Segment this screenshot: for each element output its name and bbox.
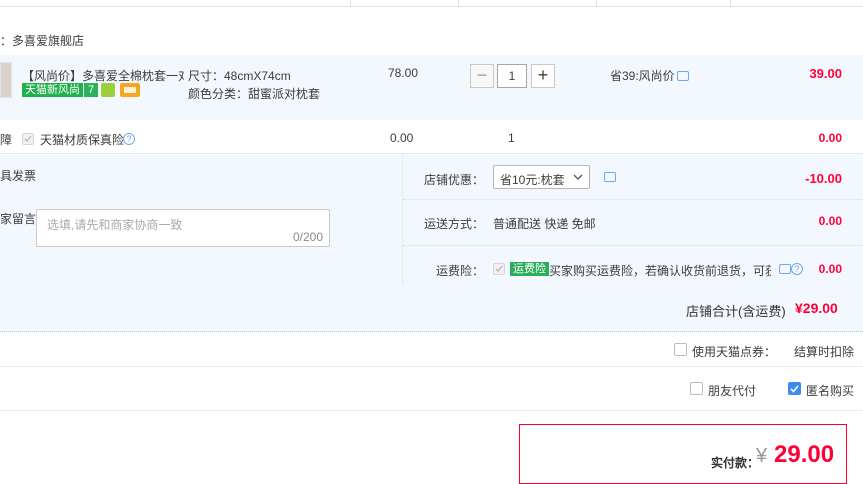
insurance-total: 0.00: [818, 131, 842, 145]
freight-insurance-checkbox[interactable]: [493, 263, 505, 275]
freight-insurance-tag: 运费险: [510, 262, 549, 276]
item-color: 颜色分类：甜蜜派对枕套: [188, 87, 321, 101]
pay-amount: 29.00: [774, 441, 835, 468]
insurance-price: 0.00: [390, 131, 414, 145]
store-row: ：多喜爱旗舰店: [0, 32, 84, 49]
pay-summary-box: 实付款： ¥ 29.00: [519, 424, 847, 484]
quantity-input[interactable]: 1: [497, 64, 527, 88]
pay-label: 实付款：: [711, 456, 760, 470]
shipping-amount: 0.00: [818, 214, 842, 228]
item-title[interactable]: 【风尚价】多喜爱全棉枕套一对...: [22, 67, 184, 84]
message-placeholder: 选填,请先和商家协商一致: [47, 218, 183, 232]
store-name[interactable]: 多喜爱旗舰店: [12, 34, 84, 48]
insurance-help-icon[interactable]: ?: [123, 133, 135, 145]
invoice-label: 具发票: [0, 169, 37, 183]
options-row-separator: [403, 199, 863, 200]
header-divider: [350, 0, 351, 6]
message-textarea[interactable]: 选填,请先和商家协商一致 0/200: [36, 209, 330, 247]
store-total-amount: ¥29.00: [795, 300, 838, 316]
item-size: 尺寸：48cmX74cm: [188, 69, 291, 83]
anonymous-checkbox[interactable]: [788, 382, 801, 395]
points-checkbox[interactable]: [674, 343, 687, 356]
promo-text: 省39:风尚价: [610, 69, 675, 83]
freight-insurance-text: 买家购买运费险，若确认收货前退货，可获...: [549, 264, 771, 278]
insurance-checkbox[interactable]: [22, 133, 34, 145]
item-subtotal: 39.00: [809, 66, 842, 81]
message-counter: 0/200: [292, 230, 323, 244]
promo-chat-icon[interactable]: [677, 71, 689, 81]
header-divider: [458, 0, 459, 6]
shop-discount-label: 店铺优惠：: [424, 173, 485, 187]
card-payment-icon: [120, 83, 140, 97]
freight-insurance-amount: 0.00: [818, 262, 842, 276]
row-separator: [0, 366, 863, 367]
table-header: [0, 0, 863, 7]
points-label: 使用天猫点券：: [692, 345, 777, 359]
store-prefix: ：: [0, 34, 13, 48]
header-divider: [596, 0, 597, 6]
quantity-decrease-button[interactable]: −: [470, 64, 494, 88]
quality-icon: [101, 83, 115, 97]
freight-insurance-label: 运费险：: [436, 264, 485, 278]
seven-day-return-icon: 7: [84, 83, 98, 97]
check-icon: [790, 385, 799, 393]
insurance-prefix: 障: [0, 133, 13, 147]
friend-pay-checkbox[interactable]: [690, 382, 703, 395]
pay-currency: ¥: [756, 445, 768, 467]
anonymous-label: 匿名购买: [806, 384, 855, 398]
options-divider: [402, 154, 404, 285]
insurance-label: 天猫材质保真险: [40, 133, 125, 147]
points-right-text: 结算时扣除: [794, 345, 855, 359]
quantity-increase-button[interactable]: +: [531, 64, 555, 88]
shipping-value: 普通配送 快递 免邮: [493, 217, 596, 231]
shipping-label: 运送方式：: [424, 217, 485, 231]
options-row-separator: [403, 245, 863, 246]
store-total-label: 店铺合计(含运费): [686, 304, 786, 319]
shop-discount-select[interactable]: 省10元:枕套: [493, 165, 590, 189]
shop-discount-amount: -10.00: [805, 171, 842, 186]
unit-price: 78.00: [388, 66, 419, 80]
header-divider: [730, 0, 731, 6]
chevron-down-icon: [573, 174, 583, 180]
discount-chat-icon[interactable]: [604, 172, 616, 182]
row-separator: [0, 410, 863, 411]
new-style-badge: 天猫新风尚: [22, 83, 83, 97]
insurance-qty: 1: [508, 131, 515, 145]
friend-pay-label: 朋友代付: [708, 384, 757, 398]
item-thumbnail[interactable]: [0, 62, 12, 98]
shop-discount-selected: 省10元:枕套: [500, 173, 565, 187]
freight-chat-icon[interactable]: [779, 264, 791, 274]
